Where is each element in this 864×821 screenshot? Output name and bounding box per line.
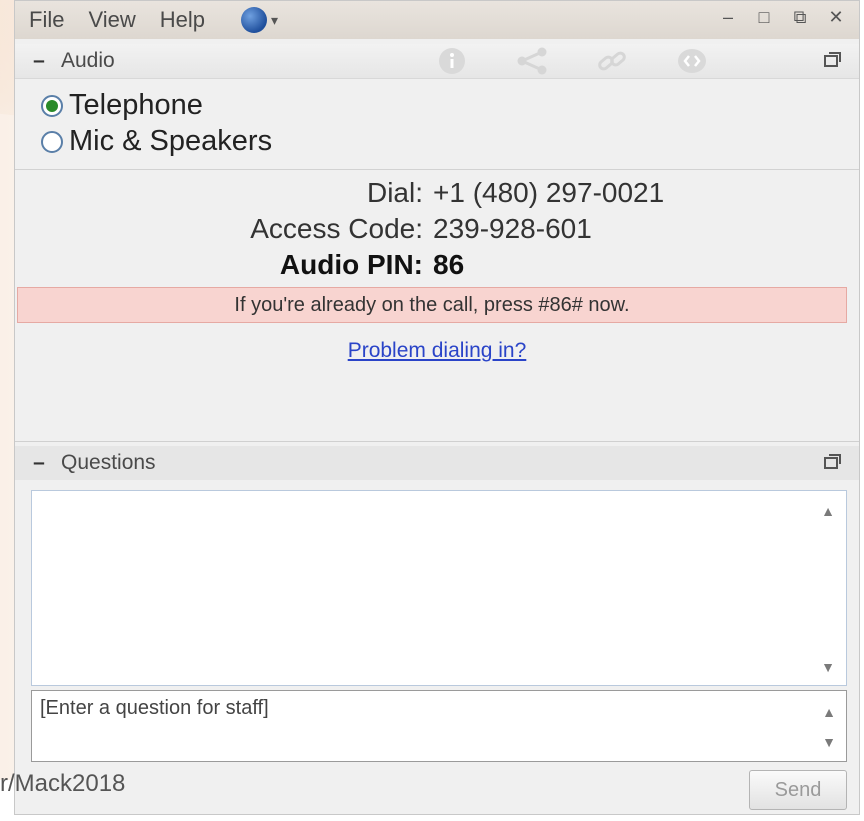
- globe-icon[interactable]: [241, 7, 267, 33]
- send-button[interactable]: Send: [749, 770, 847, 810]
- question-input[interactable]: [Enter a question for staff]: [31, 690, 847, 762]
- questions-panel: – Questions ▲ ▼ [Enter a question for st…: [15, 441, 859, 814]
- access-code-label: Access Code:: [250, 213, 423, 244]
- mic-speakers-radio[interactable]: [41, 130, 63, 153]
- telephone-label: Telephone: [69, 89, 203, 121]
- scroll-up-icon[interactable]: ▲: [820, 503, 836, 519]
- audio-divider: [15, 169, 859, 170]
- maximize-button[interactable]: □: [753, 7, 775, 28]
- webinar-control-panel: File View Help ▾ – □ ⧉ ✕ – Audio Telepho…: [14, 0, 860, 815]
- audio-header-icons: [435, 46, 709, 76]
- radio-selected-dot: [46, 99, 58, 112]
- mic-speakers-option[interactable]: Mic & Speakers: [41, 125, 272, 158]
- menu-file[interactable]: File: [29, 7, 64, 33]
- scroll-down-icon[interactable]: ▼: [820, 659, 836, 675]
- dial-label: Dial:: [366, 177, 423, 208]
- close-button[interactable]: ✕: [825, 7, 847, 28]
- audio-section-header: – Audio: [15, 44, 859, 79]
- window-controls: – □ ⧉ ✕: [717, 7, 847, 28]
- input-scroll-up-icon[interactable]: ▲: [821, 704, 837, 720]
- embed-icon[interactable]: [675, 46, 709, 76]
- audio-section-title: Audio: [61, 49, 115, 72]
- share-icon[interactable]: [515, 46, 549, 76]
- popout-icon[interactable]: [823, 50, 843, 70]
- menu-help[interactable]: Help: [160, 7, 205, 33]
- chevron-down-icon[interactable]: ▾: [271, 12, 278, 29]
- info-icon[interactable]: [435, 46, 469, 76]
- slide-caption: r/Mack2018: [0, 770, 126, 797]
- call-alert-banner: If you're already on the call, press #86…: [17, 287, 847, 323]
- mic-speakers-label: Mic & Speakers: [69, 125, 273, 157]
- access-code-value: 239-928-601: [433, 213, 592, 244]
- input-scroll-down-icon[interactable]: ▼: [821, 734, 837, 750]
- questions-section-title: Questions: [61, 451, 156, 474]
- questions-popout-icon[interactable]: [823, 452, 843, 472]
- audio-pin-label: Audio PIN:: [279, 249, 423, 280]
- menu-view[interactable]: View: [88, 7, 135, 33]
- problem-dialing-link[interactable]: Problem dialing in?: [15, 339, 859, 363]
- link-icon[interactable]: [595, 46, 629, 76]
- questions-collapse-button[interactable]: –: [29, 451, 49, 474]
- audio-panel: Telephone Mic & Speakers Dial: +1 (480) …: [15, 83, 859, 423]
- audio-collapse-button[interactable]: –: [29, 49, 49, 72]
- audio-pin-value: 86: [433, 249, 465, 280]
- telephone-option[interactable]: Telephone: [41, 89, 203, 122]
- menubar: File View Help ▾ – □ ⧉ ✕: [15, 1, 859, 39]
- questions-log[interactable]: ▲ ▼: [31, 490, 847, 686]
- restore-button[interactable]: ⧉: [789, 7, 811, 28]
- dial-number: +1 (480) 297-0021: [433, 177, 665, 208]
- minimize-button[interactable]: –: [717, 7, 739, 28]
- telephone-radio[interactable]: [41, 94, 63, 117]
- questions-section-header: – Questions: [15, 446, 859, 480]
